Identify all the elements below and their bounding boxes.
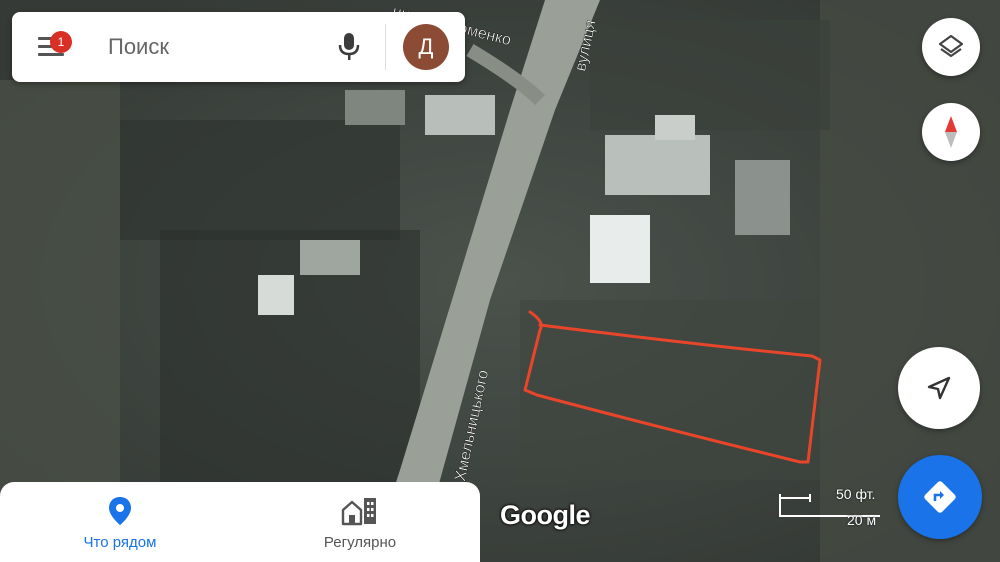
search-divider bbox=[385, 24, 386, 70]
search-input[interactable]: Поиск bbox=[108, 34, 169, 60]
search-bar[interactable]: 1 Поиск Д bbox=[12, 12, 465, 82]
building bbox=[345, 90, 405, 125]
directions-icon bbox=[924, 481, 956, 513]
my-location-button[interactable] bbox=[898, 347, 980, 429]
building bbox=[300, 240, 360, 275]
nav-item-commute[interactable]: Регулярно bbox=[240, 482, 480, 562]
nav-label-explore: Что рядом bbox=[83, 534, 157, 551]
compass-icon bbox=[945, 116, 957, 148]
nav-item-explore[interactable]: Что рядом bbox=[0, 482, 240, 562]
layers-icon bbox=[938, 34, 964, 58]
my-location-icon bbox=[927, 376, 951, 400]
building bbox=[605, 135, 710, 195]
building bbox=[590, 215, 650, 283]
place-pin-icon bbox=[109, 497, 131, 525]
mic-icon[interactable] bbox=[337, 32, 361, 62]
notification-badge: 1 bbox=[50, 31, 72, 53]
commute-icon bbox=[341, 498, 376, 526]
scale-metric: 20 м bbox=[847, 512, 877, 528]
satellite-map[interactable]: нии Пархоменко вулиця я Хмельницького bbox=[0, 0, 1000, 562]
bottom-navigation: Что рядом Регулярно bbox=[0, 482, 480, 562]
avatar[interactable]: Д bbox=[403, 24, 449, 70]
directions-button[interactable] bbox=[898, 455, 982, 539]
building bbox=[425, 95, 495, 135]
google-logo: Google bbox=[500, 500, 591, 530]
compass-button[interactable] bbox=[922, 103, 980, 161]
nav-label-commute: Регулярно bbox=[323, 534, 397, 551]
building bbox=[735, 160, 790, 235]
building bbox=[258, 275, 294, 315]
scale-imperial: 50 фт. bbox=[836, 486, 876, 502]
building bbox=[655, 115, 695, 140]
layers-button[interactable] bbox=[922, 18, 980, 76]
